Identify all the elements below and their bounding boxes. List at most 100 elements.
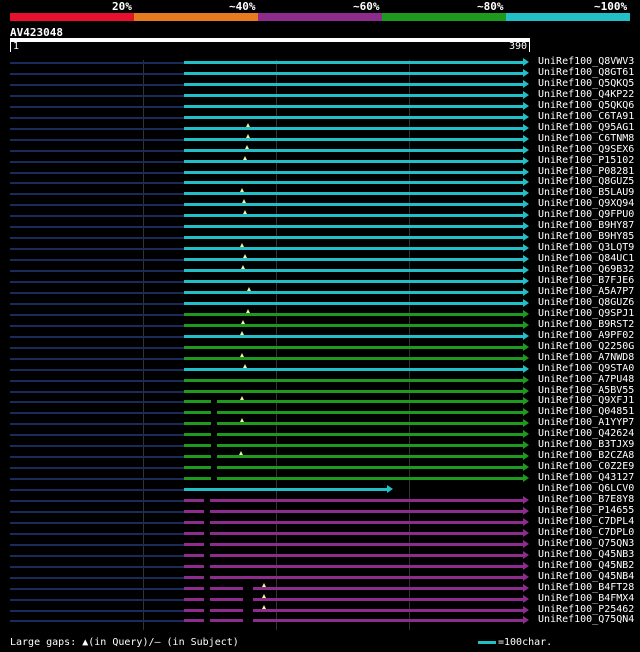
hit-label[interactable]: UniRef100_B2CZA8 bbox=[538, 450, 634, 461]
hit-alignment-bar[interactable] bbox=[184, 477, 523, 481]
hit-alignment-bar[interactable] bbox=[184, 499, 523, 502]
hit-label[interactable]: UniRef100_Q8GT61 bbox=[538, 67, 634, 78]
hit-alignment-bar[interactable] bbox=[184, 466, 523, 470]
hit-label[interactable]: UniRef100_Q75QN3 bbox=[538, 538, 634, 549]
hit-label[interactable]: UniRef100_Q9FPU0 bbox=[538, 209, 634, 220]
hit-label[interactable]: UniRef100_C7DPL0 bbox=[538, 527, 634, 538]
hit-label[interactable]: UniRef100_B9RST2 bbox=[538, 319, 634, 330]
hit-label[interactable]: UniRef100_B4FT28 bbox=[538, 582, 634, 593]
hit-label[interactable]: UniRef100_Q8GUZ5 bbox=[538, 176, 634, 187]
hit-alignment-bar[interactable] bbox=[184, 126, 523, 130]
hit-alignment-bar[interactable] bbox=[184, 411, 523, 415]
hit-alignment-bar[interactable] bbox=[184, 345, 523, 349]
hit-label[interactable]: UniRef100_A7NWD8 bbox=[538, 352, 634, 363]
hit-label[interactable]: UniRef100_B9HY85 bbox=[538, 231, 634, 242]
hit-alignment-bar[interactable] bbox=[184, 301, 523, 305]
hit-alignment-bar[interactable] bbox=[184, 203, 523, 207]
hit-label[interactable]: UniRef100_B4FMX4 bbox=[538, 593, 634, 604]
hit-alignment-bar[interactable] bbox=[184, 269, 523, 273]
hit-alignment-bar[interactable] bbox=[184, 323, 523, 327]
hit-label[interactable]: UniRef100_Q95AG1 bbox=[538, 122, 634, 133]
hit-label[interactable]: UniRef100_Q45NB3 bbox=[538, 549, 634, 560]
hit-alignment-bar[interactable] bbox=[184, 378, 523, 382]
hit-label[interactable]: UniRef100_Q2250G bbox=[538, 341, 634, 352]
hit-alignment-bar[interactable] bbox=[184, 488, 387, 492]
hit-label[interactable]: UniRef100_Q8GUZ6 bbox=[538, 297, 634, 308]
hit-alignment-bar[interactable] bbox=[184, 137, 523, 141]
hit-alignment-bar[interactable] bbox=[184, 159, 523, 163]
hit-alignment-bar[interactable] bbox=[184, 312, 523, 316]
hit-label[interactable]: UniRef100_Q75QN4 bbox=[538, 614, 634, 625]
hit-label[interactable]: UniRef100_Q42624 bbox=[538, 428, 634, 439]
hit-label[interactable]: UniRef100_Q5QKQ5 bbox=[538, 78, 634, 89]
hit-label[interactable]: UniRef100_Q69B32 bbox=[538, 264, 634, 275]
hit-alignment-bar[interactable] bbox=[184, 444, 523, 448]
hit-label[interactable]: UniRef100_B7E8Y8 bbox=[538, 494, 634, 505]
hit-label[interactable]: UniRef100_Q8VWV3 bbox=[538, 56, 634, 67]
hit-alignment-bar[interactable] bbox=[184, 214, 523, 218]
hit-alignment-bar[interactable] bbox=[184, 71, 523, 75]
hit-label[interactable]: UniRef100_A7PU48 bbox=[538, 374, 634, 385]
hit-alignment-bar[interactable] bbox=[184, 553, 523, 557]
hit-label[interactable]: UniRef100_A1YYP7 bbox=[538, 417, 634, 428]
hit-alignment-bar[interactable] bbox=[184, 597, 523, 601]
hit-label[interactable]: UniRef100_Q6LCV0 bbox=[538, 483, 634, 494]
hit-label[interactable]: UniRef100_C6TNM8 bbox=[538, 133, 634, 144]
hit-alignment-bar[interactable] bbox=[184, 619, 523, 623]
hit-alignment-bar[interactable] bbox=[184, 520, 523, 524]
hit-alignment-bar[interactable] bbox=[184, 280, 523, 283]
hit-alignment-bar[interactable] bbox=[184, 93, 523, 97]
hit-alignment-bar[interactable] bbox=[184, 389, 523, 393]
hit-alignment-bar[interactable] bbox=[184, 586, 523, 590]
hit-alignment-bar[interactable] bbox=[184, 225, 523, 229]
hit-alignment-bar[interactable] bbox=[184, 542, 523, 546]
hit-label[interactable]: UniRef100_Q45NB2 bbox=[538, 560, 634, 571]
hit-alignment-bar[interactable] bbox=[184, 356, 523, 360]
hit-alignment-bar[interactable] bbox=[184, 290, 523, 294]
hit-alignment-bar[interactable] bbox=[184, 82, 523, 86]
hit-label[interactable]: UniRef100_B9HY87 bbox=[538, 220, 634, 231]
hit-label[interactable]: UniRef100_P25462 bbox=[538, 604, 634, 615]
hit-alignment-bar[interactable] bbox=[184, 115, 523, 119]
hit-alignment-bar[interactable] bbox=[184, 367, 523, 371]
hit-label[interactable]: UniRef100_Q9SPJ1 bbox=[538, 308, 634, 319]
hit-label[interactable]: UniRef100_C0Z2E9 bbox=[538, 461, 634, 472]
hit-alignment-bar[interactable] bbox=[184, 258, 523, 262]
hit-alignment-bar[interactable] bbox=[184, 531, 523, 535]
hit-alignment-bar[interactable] bbox=[184, 422, 523, 426]
hit-label[interactable]: UniRef100_B3TJX9 bbox=[538, 439, 634, 450]
hit-alignment-bar[interactable] bbox=[184, 170, 523, 174]
hit-alignment-bar[interactable] bbox=[184, 181, 523, 185]
hit-label[interactable]: UniRef100_Q9STA0 bbox=[538, 363, 634, 374]
hit-alignment-bar[interactable] bbox=[184, 608, 523, 612]
hit-label[interactable]: UniRef100_Q43127 bbox=[538, 472, 634, 483]
hit-label[interactable]: UniRef100_Q9XFJ1 bbox=[538, 395, 634, 406]
hit-label[interactable]: UniRef100_A5BV55 bbox=[538, 385, 634, 396]
hit-label[interactable]: UniRef100_Q9XQ94 bbox=[538, 198, 634, 209]
hit-label[interactable]: UniRef100_P08281 bbox=[538, 166, 634, 177]
hit-label[interactable]: UniRef100_P14655 bbox=[538, 505, 634, 516]
hit-alignment-bar[interactable] bbox=[184, 509, 523, 513]
hit-alignment-bar[interactable] bbox=[184, 575, 523, 579]
hit-alignment-bar[interactable] bbox=[184, 433, 523, 437]
hit-label[interactable]: UniRef100_Q5QKQ6 bbox=[538, 100, 634, 111]
hit-alignment-bar[interactable] bbox=[184, 148, 523, 152]
hit-label[interactable]: UniRef100_Q04851 bbox=[538, 406, 634, 417]
hit-label[interactable]: UniRef100_C7DPL4 bbox=[538, 516, 634, 527]
hit-alignment-bar[interactable] bbox=[184, 564, 523, 568]
hit-label[interactable]: UniRef100_B5LAU9 bbox=[538, 187, 634, 198]
hit-label[interactable]: UniRef100_Q4KP22 bbox=[538, 89, 634, 100]
hit-alignment-bar[interactable] bbox=[184, 247, 523, 251]
hit-alignment-bar[interactable] bbox=[184, 192, 523, 196]
hit-alignment-bar[interactable] bbox=[184, 236, 523, 240]
hit-label[interactable]: UniRef100_Q9SEX6 bbox=[538, 144, 634, 155]
hit-label[interactable]: UniRef100_C6TA91 bbox=[538, 111, 634, 122]
hit-label[interactable]: UniRef100_A9PF02 bbox=[538, 330, 634, 341]
hit-alignment-bar[interactable] bbox=[184, 104, 523, 108]
hit-label[interactable]: UniRef100_A5A7P7 bbox=[538, 286, 634, 297]
hit-alignment-bar[interactable] bbox=[184, 400, 523, 404]
hit-alignment-bar[interactable] bbox=[184, 455, 523, 459]
hit-alignment-bar[interactable] bbox=[184, 61, 523, 64]
hit-label[interactable]: UniRef100_Q84UC1 bbox=[538, 253, 634, 264]
hit-label[interactable]: UniRef100_Q45NB4 bbox=[538, 571, 634, 582]
